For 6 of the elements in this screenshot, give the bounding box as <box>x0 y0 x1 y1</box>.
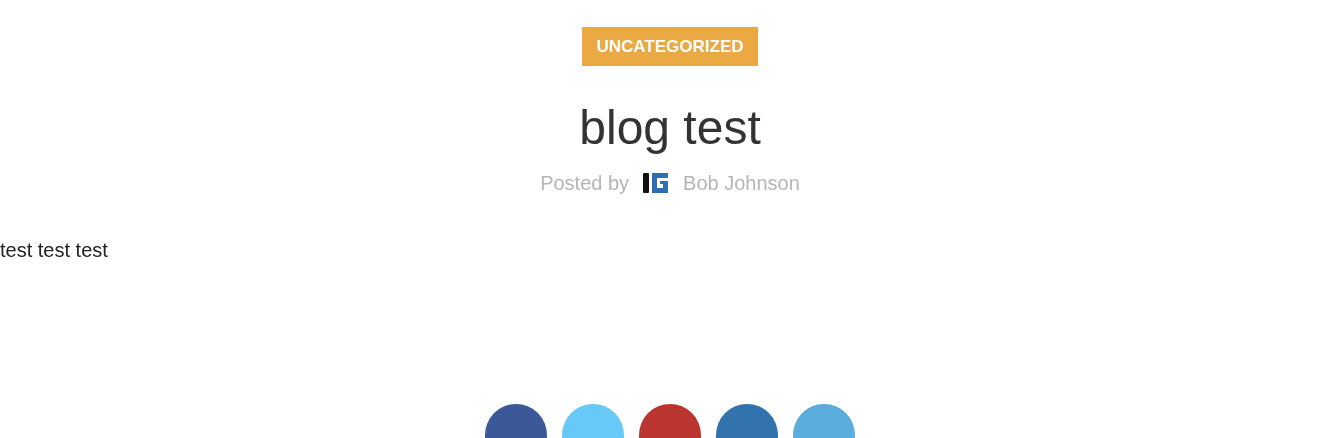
post-title: blog test <box>579 100 761 156</box>
author-logo-icon <box>643 172 670 194</box>
category-badge[interactable]: UNCATEGORIZED <box>582 27 758 66</box>
author-name[interactable]: Bob Johnson <box>683 168 800 198</box>
posted-by-label: Posted by <box>540 171 630 196</box>
post-body: test test test <box>0 238 109 262</box>
